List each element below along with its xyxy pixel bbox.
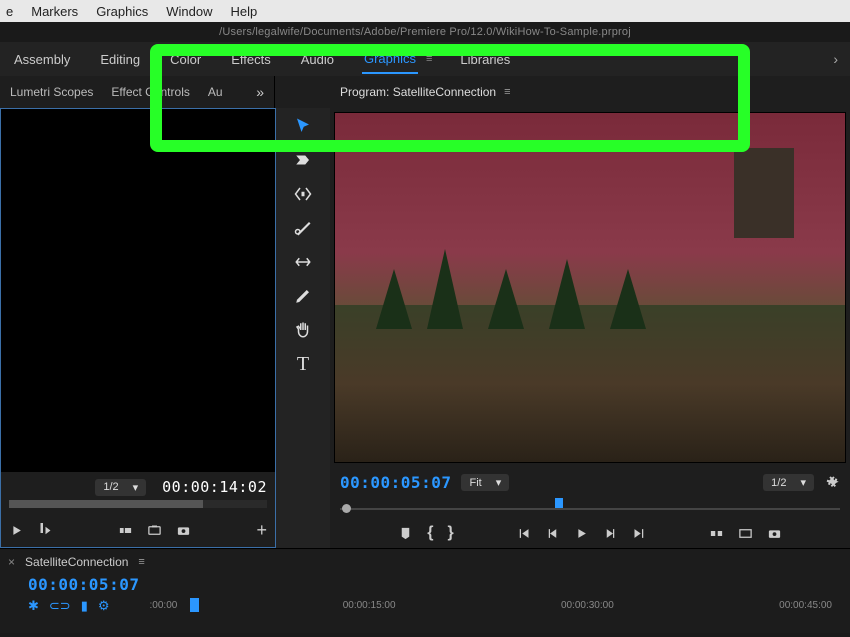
project-filepath: /Users/legalwife/Documents/Adobe/Premier… [0,22,850,42]
play-button-icon[interactable] [574,526,589,541]
ruler-tick: 00:00:15:00 [343,600,396,611]
tab-lumetri-scopes[interactable]: Lumetri Scopes [10,85,93,99]
add-marker-icon[interactable] [398,526,413,541]
workspace-overflow-icon[interactable]: › [833,51,838,67]
source-monitor-viewport[interactable] [1,109,275,472]
add-button-icon[interactable]: + [257,520,268,541]
close-sequence-icon[interactable]: × [8,555,15,569]
workspace-tab-effects[interactable]: Effects [229,46,273,73]
workspace-tab-editing[interactable]: Editing [98,46,142,73]
go-to-in-icon[interactable] [516,526,531,541]
program-monitor-panel: 00:00:05:07 Fit ▾ 1/2 ▾ [330,108,850,548]
snapshot-icon[interactable] [176,523,191,538]
workspace-tab-audio[interactable]: Audio [299,46,336,73]
chevron-down-icon: ▾ [496,476,502,489]
overwrite-icon[interactable] [118,523,133,538]
mark-in-icon[interactable]: { [427,524,433,542]
mark-out-icon[interactable]: } [448,524,454,542]
hand-tool-icon[interactable] [291,318,315,342]
export-frame-icon[interactable] [767,526,782,541]
program-zoom-select[interactable]: 1/2 ▾ [763,474,814,491]
extract-icon[interactable] [738,526,753,541]
program-fit-value: Fit [469,477,481,489]
ruler-tick: :00:00 [150,600,178,611]
workspace-menu-icon[interactable]: ≡ [426,53,432,65]
workspace-tab-color[interactable]: Color [168,46,203,73]
menu-item-help[interactable]: Help [230,4,257,19]
step-forward-icon[interactable] [603,526,618,541]
timeline-panel: × SatelliteConnection ≡ 00:00:05:07 ✱ ⊂⊃… [0,548,850,633]
insert-icon[interactable] [38,523,53,538]
timeline-ruler[interactable]: :00:00 00:00:15:00 00:00:30:00 00:00:45:… [110,600,842,611]
play-icon[interactable] [9,523,24,538]
menu-item-markers[interactable]: Markers [31,4,78,19]
slip-tool-icon[interactable] [291,250,315,274]
menu-item-window[interactable]: Window [166,4,212,19]
timeline-panel-menu-icon[interactable]: ≡ [138,556,144,568]
program-monitor-viewport[interactable] [334,112,846,463]
ruler-tick: 00:00:45:00 [779,600,832,611]
source-scrubber[interactable] [9,500,267,512]
source-out-timecode: 00:00:14:02 [162,478,267,496]
step-back-icon[interactable] [545,526,560,541]
program-panel-menu-icon[interactable]: ≡ [504,86,510,98]
chevron-down-icon: ▾ [133,481,139,494]
menu-item[interactable]: e [6,4,13,19]
source-monitor-panel: 1/2 ▾ 00:00:14:02 + [0,108,276,548]
program-tab-prefix: Program: [340,85,393,99]
linked-selection-icon[interactable]: ⊂⊃ [49,598,71,614]
ripple-edit-tool-icon[interactable] [291,182,315,206]
razor-tool-icon[interactable] [291,216,315,240]
timeline-playhead[interactable] [190,598,199,612]
selection-tool-icon[interactable] [291,114,315,138]
program-fit-select[interactable]: Fit ▾ [461,474,509,491]
chevron-down-icon: ▾ [800,476,806,489]
sequence-tab[interactable]: SatelliteConnection [25,555,128,569]
source-zoom-value: 1/2 [103,481,118,493]
workspace-tab-libraries[interactable]: Libraries [458,46,512,73]
tab-effect-controls[interactable]: Effect Controls [111,85,189,99]
source-zoom-select[interactable]: 1/2 ▾ [95,479,146,496]
timeline-timecode[interactable]: 00:00:05:07 [28,575,139,594]
workspace-tab-bar: Assembly Editing Color Effects Audio Gra… [0,42,850,76]
tab-overflow-icon[interactable]: » [256,84,264,100]
workspace-tab-graphics[interactable]: Graphics [362,45,418,74]
program-panel-tab[interactable]: Program: SatelliteConnection ≡ [330,76,521,108]
snap-icon[interactable]: ✱ [28,598,39,614]
workspace-tab-assembly[interactable]: Assembly [12,46,72,73]
program-timecode[interactable]: 00:00:05:07 [340,473,451,492]
source-panel-tabs: Lumetri Scopes Effect Controls Au » [0,76,275,108]
export-frame-icon[interactable] [147,523,162,538]
program-tab-name: SatelliteConnection [393,85,496,99]
go-to-out-icon[interactable] [632,526,647,541]
menu-item-graphics[interactable]: Graphics [96,4,148,19]
tab-audio-partial[interactable]: Au [208,85,223,99]
marker-tool-icon[interactable]: ▮ [81,598,88,614]
pen-tool-icon[interactable] [291,284,315,308]
timeline-settings-icon[interactable]: ⚙ [98,598,110,614]
playhead-marker[interactable] [555,498,563,508]
os-menu-bar: e Markers Graphics Window Help [0,0,850,22]
track-select-tool-icon[interactable] [291,148,315,172]
program-zoom-value: 1/2 [771,477,786,489]
lift-icon[interactable] [709,526,724,541]
panel-tab-row: Lumetri Scopes Effect Controls Au » Prog… [0,76,850,108]
program-settings-icon[interactable] [824,473,840,492]
program-scrubber[interactable] [340,498,840,516]
ruler-tick: 00:00:30:00 [561,600,614,611]
type-tool-icon[interactable]: T [291,352,315,376]
toolbar: T [276,108,330,548]
